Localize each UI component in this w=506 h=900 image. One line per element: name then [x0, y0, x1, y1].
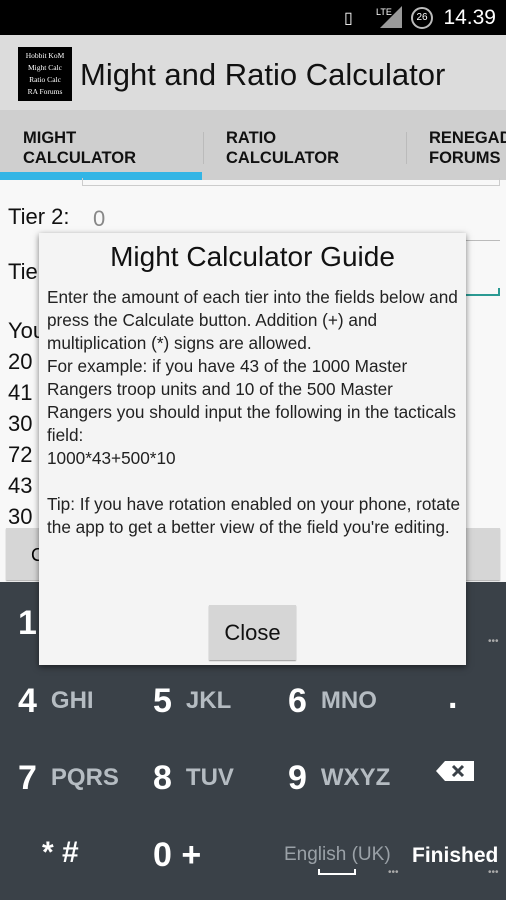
space-bar-icon [318, 869, 356, 875]
tier1-input[interactable] [82, 178, 500, 186]
key-digit: 8 [153, 759, 172, 797]
tier2-label: Tier 2: [8, 204, 70, 229]
dialog-title: Might Calculator Guide [110, 241, 395, 272]
app-logo: Hobbit KoM Might Calc Ratio Calc RA Foru… [18, 47, 72, 101]
key-5[interactable]: 5 JKL [153, 682, 231, 721]
key-dot[interactable]: . [448, 678, 457, 717]
key-9[interactable]: 9 WXYZ [288, 759, 390, 798]
key-8[interactable]: 8 TUV [153, 759, 234, 798]
more-icon: ••• [488, 636, 499, 647]
vibrate-icon: ▯ [344, 10, 353, 27]
key-4[interactable]: 4 GHI [18, 682, 94, 721]
key-0[interactable]: 0 + [153, 836, 201, 875]
key-letters: JKL [185, 687, 232, 714]
key-digit: 9 [288, 759, 307, 797]
app-title: Might and Ratio Calculator [80, 57, 446, 92]
tab-might-calculator[interactable]: MIGHT CALCULATOR [0, 110, 202, 180]
lte-signal-icon: LTE [376, 6, 402, 28]
logo-text: Hobbit KoM [25, 51, 65, 60]
key-letters: TUV [185, 764, 234, 791]
dialog-message: Enter the amount of each tier into the f… [47, 287, 461, 537]
finished-key[interactable]: Finished [412, 844, 498, 868]
key-digit: 6 [288, 682, 307, 720]
key-digit: 5 [153, 682, 172, 720]
tab-ratio-calculator[interactable]: RATIO CALCULATOR [203, 110, 406, 180]
logo-text: Might Calc [28, 63, 62, 72]
space-key[interactable]: English (UK) [284, 844, 391, 866]
tab-bar: MIGHT CALCULATOR RATIO CALCULATOR RENEGA… [0, 110, 506, 180]
guide-dialog: Might Calculator Guide Enter the amount … [39, 233, 466, 665]
close-button[interactable]: Close [209, 605, 296, 660]
svg-text:LTE: LTE [376, 7, 392, 17]
key-symbols[interactable]: * # [42, 836, 79, 870]
tier2-input[interactable]: 0 [93, 206, 105, 232]
more-icon: ••• [488, 867, 499, 878]
app-bar: Hobbit KoM Might Calc Ratio Calc RA Foru… [0, 35, 506, 110]
status-bar: ▯ LTE 26 14.39 [0, 0, 506, 35]
clock: 14.39 [443, 6, 496, 29]
key-digit: 7 [18, 759, 37, 797]
key-letters: PQRS [50, 764, 119, 791]
more-icon: ••• [388, 867, 399, 878]
key-letters: WXYZ [320, 764, 391, 791]
key-1[interactable]: 1 [18, 604, 37, 643]
key-digit: 4 [18, 682, 37, 720]
key-6[interactable]: 6 MNO [288, 682, 377, 721]
tab-renegade-forums[interactable]: RENEGADE FORUMS [406, 110, 506, 180]
key-letters: GHI [50, 687, 94, 714]
battery-icon: 26 [411, 7, 433, 29]
tier3-label: Tie [8, 259, 38, 284]
logo-text: RA Forums [27, 87, 63, 96]
backspace-icon[interactable] [436, 761, 474, 781]
logo-text: Ratio Calc [29, 75, 61, 84]
key-letters: MNO [320, 687, 377, 714]
key-7[interactable]: 7 PQRS [18, 759, 119, 798]
